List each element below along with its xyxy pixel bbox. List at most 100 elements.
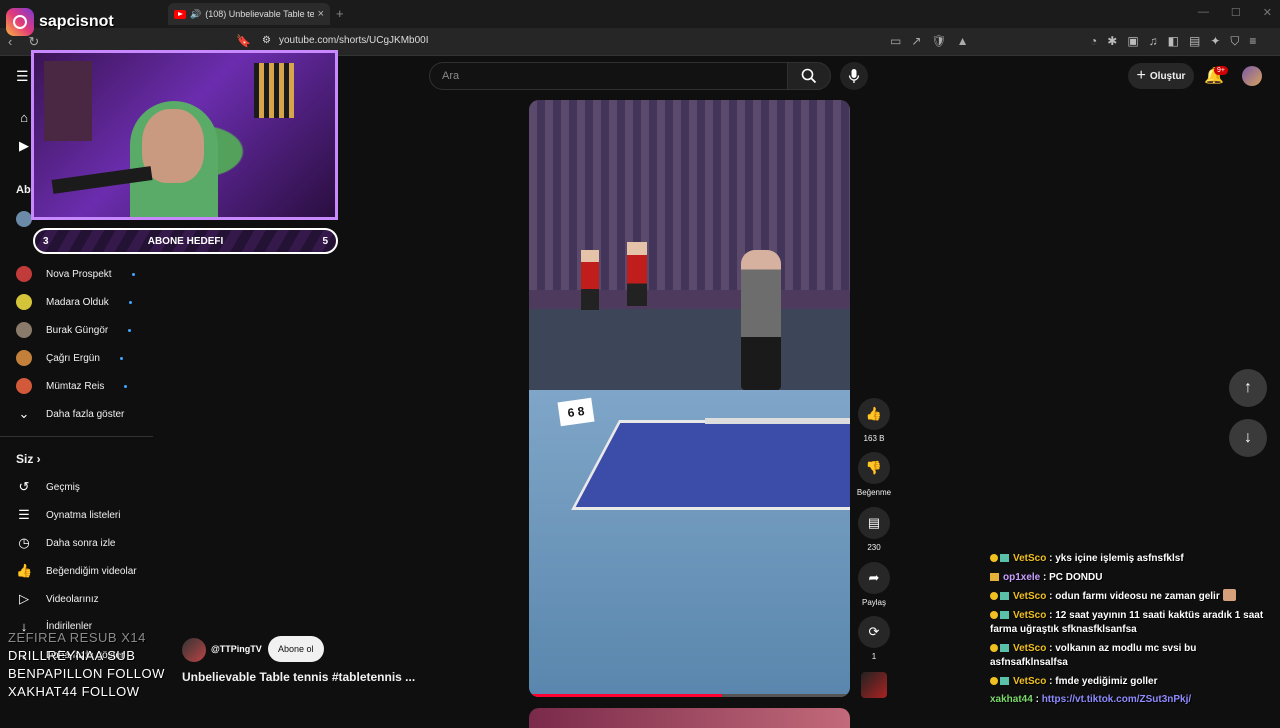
stream-alert: BENPAPILLON FOLLOW — [8, 666, 165, 681]
sidebar-divider — [0, 436, 153, 437]
tab-close-button[interactable]: × — [318, 8, 324, 20]
chat-link[interactable]: https://vt.tiktok.com/ZSut3nPkj/ — [1042, 694, 1191, 705]
sidebar-channel-item[interactable]: Çağrı Ergün — [16, 350, 123, 366]
video-progress-bar[interactable] — [529, 694, 850, 697]
sidebar-channel-partial[interactable] — [16, 211, 32, 227]
chat-username[interactable]: xakhat44 — [990, 694, 1033, 705]
streamer-name: sapcisnot — [39, 13, 114, 30]
subscribe-button[interactable]: Abone ol — [268, 636, 324, 662]
channel-avatar — [16, 378, 32, 394]
chat-text: PC DONDU — [1049, 571, 1103, 583]
chat-separator: : — [1040, 571, 1050, 583]
chat-message: VetSco : volkanın az modlu mc svsi bu as… — [990, 642, 1275, 671]
tab-manager-icon[interactable]: ▣ — [1127, 34, 1138, 49]
rewards-icon[interactable]: ▲ — [957, 34, 969, 48]
comment-icon[interactable]: ▤ — [858, 507, 890, 539]
chat-message: VetSco : odun farmı videosu ne zaman gel… — [990, 589, 1275, 605]
video-player-person — [741, 250, 781, 390]
subscriptions-heading[interactable]: Ab — [16, 184, 31, 196]
maximize-button[interactable]: ☐ — [1231, 6, 1241, 19]
sub-badge-icon — [990, 554, 998, 562]
chat-username[interactable]: VetSco — [1013, 643, 1046, 654]
sub-badge-icon — [990, 676, 998, 685]
sidebar-item-shorts[interactable]: ▶ — [16, 138, 32, 154]
search-button[interactable] — [787, 62, 831, 90]
sidebar-channel-item[interactable]: Mümtaz Reis — [16, 378, 128, 394]
channel-handle[interactable]: @TTPingTV — [211, 644, 262, 654]
previous-short-button[interactable]: ↑ — [1229, 369, 1267, 407]
chat-username[interactable]: VetSco — [1013, 676, 1046, 687]
shorts-video-player[interactable]: 6 8 — [529, 100, 850, 697]
share-action[interactable]: ➦ Paylaş — [857, 562, 891, 607]
create-button[interactable]: + Oluştur — [1128, 63, 1194, 89]
remix-icon[interactable]: ⟳ — [858, 616, 890, 648]
channel-avatar[interactable] — [182, 638, 206, 662]
channel-avatar — [16, 322, 32, 338]
search-input[interactable]: Ara — [429, 62, 787, 90]
cast-icon[interactable]: ▭ — [890, 34, 901, 48]
chat-username[interactable]: VetSco — [1013, 610, 1046, 621]
sidebar-show-more[interactable]: ⌄ Daha fazla göster — [16, 406, 125, 422]
share-arrow-icon[interactable]: ➦ — [858, 562, 890, 594]
chat-username[interactable]: VetSco — [1013, 553, 1046, 564]
wall-poster — [44, 61, 92, 141]
subscriber-goal-bar: 3 ABONE HEDEFI 5 — [33, 228, 338, 254]
bookmark-icon[interactable]: 🔖 — [236, 34, 251, 48]
close-window-button[interactable]: ✕ — [1263, 6, 1272, 19]
tab-title: (108) Unbelievable Table tenn — [205, 9, 314, 19]
menu-icon[interactable]: ≡ — [1249, 34, 1256, 49]
thumbs-down-icon[interactable]: 👎 — [858, 452, 890, 484]
sidebar-toggle-icon[interactable]: ◧ — [1168, 34, 1179, 49]
sidebar-you-item[interactable]: ▷ Videolarınız — [16, 591, 99, 607]
sidebar-you-item[interactable]: ◷ Daha sonra izle — [16, 535, 115, 551]
brave-shield-icon[interactable]: 🛡 — [931, 34, 946, 48]
sub-badge-icon — [990, 643, 998, 652]
leo-ai-icon[interactable]: ✦ — [1210, 34, 1220, 49]
sidebar-you-item[interactable]: 👍 Beğendiğim videolar — [16, 563, 137, 579]
home-icon: ⌂ — [20, 110, 28, 125]
vpn-icon[interactable]: ⛉ — [1230, 34, 1239, 49]
menu-icon[interactable]: ☰ — [16, 68, 29, 85]
chat-text: yks içine işlemiş asfnsfklsf — [1055, 553, 1184, 564]
site-settings-icon[interactable]: ⚙ — [262, 35, 271, 46]
sub-badge-icon — [990, 592, 998, 600]
sidebar-channel-item[interactable]: Nova Prospekt — [16, 266, 135, 282]
extension-icon[interactable]: ◔ — [1090, 34, 1097, 49]
chat-username[interactable]: VetSco — [1013, 591, 1046, 602]
stream-alert: XAKHAT44 FOLLOW — [8, 684, 140, 699]
thumbs-up-icon[interactable]: 👍 — [858, 398, 890, 430]
sidebar-you-item[interactable]: ☰ Oynatma listeleri — [16, 507, 120, 523]
next-short-button[interactable]: ↓ — [1229, 419, 1267, 457]
sidebar-channel-item[interactable]: Madara Olduk — [16, 294, 132, 310]
back-icon[interactable]: ‹ — [8, 34, 12, 50]
watch-later-icon: ◷ — [18, 535, 30, 550]
video-title[interactable]: Unbelievable Table tennis #tabletennis .… — [182, 670, 415, 684]
remix-action[interactable]: ⟳ 1 — [857, 616, 891, 661]
new-tab-button[interactable]: + — [336, 6, 344, 21]
puzzle-icon[interactable]: ✱ — [1107, 34, 1117, 49]
sidebar-channel-item[interactable]: Burak Güngör — [16, 322, 132, 338]
sound-thumbnail[interactable] — [861, 672, 887, 698]
next-short-preview[interactable] — [529, 708, 850, 728]
account-avatar[interactable] — [1242, 66, 1262, 86]
dislike-action[interactable]: 👎 Beğenme — [857, 452, 891, 497]
wallet-icon[interactable]: ▤ — [1189, 34, 1200, 49]
url-field[interactable]: ⚙ youtube.com/shorts/UCgJKMb00I — [262, 35, 428, 46]
music-icon[interactable]: ♫ — [1149, 34, 1158, 49]
you-heading[interactable]: Siz › — [16, 452, 41, 466]
shorts-icon: ▶ — [19, 138, 29, 153]
browser-tab-active[interactable]: 🔊 (108) Unbelievable Table tenn × — [168, 3, 330, 25]
chat-message: op1xele : PC DONDU — [990, 571, 1275, 586]
url-text: youtube.com/shorts/UCgJKMb00I — [278, 35, 429, 46]
voice-search-button[interactable] — [840, 62, 868, 90]
sidebar-you-item[interactable]: ↺ Geçmiş — [16, 479, 80, 495]
comments-action[interactable]: ▤ 230 — [857, 507, 891, 552]
reload-icon[interactable]: ↻ — [28, 34, 39, 50]
minimize-button[interactable]: — — [1198, 6, 1209, 19]
sidebar-item-home[interactable]: ⌂ — [16, 110, 32, 125]
like-action[interactable]: 👍 163 B — [857, 398, 891, 443]
video-ping-pong-table — [571, 420, 850, 510]
chat-username[interactable]: op1xele — [1003, 572, 1040, 583]
instagram-icon — [6, 8, 34, 36]
share-icon[interactable]: ↗ — [911, 34, 921, 48]
